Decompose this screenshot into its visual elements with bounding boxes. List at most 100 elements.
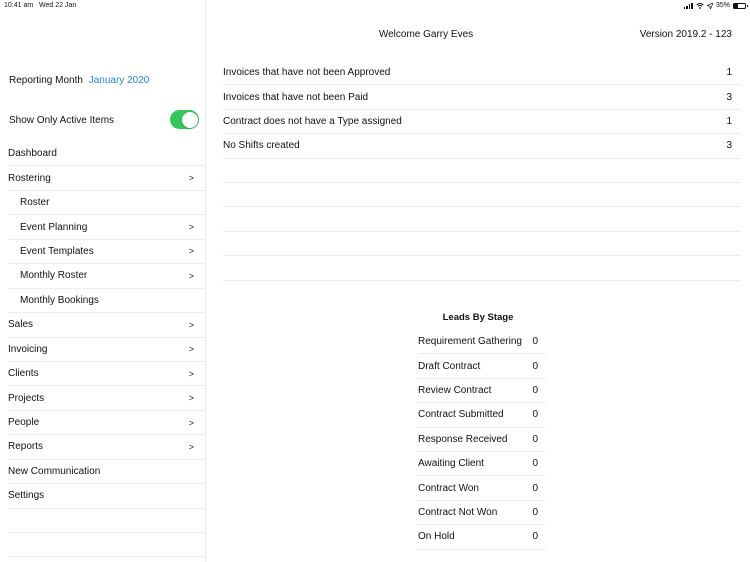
status-indicators: 35%	[683, 2, 748, 9]
chevron-right-icon: >	[188, 441, 194, 452]
sidebar-item-empty	[8, 509, 206, 533]
lead-stage-row[interactable]: Draft Contract 0	[418, 354, 546, 379]
lead-stage-row[interactable]: Contract Submitted 0	[418, 403, 546, 428]
reporting-month-value[interactable]: January 2020	[89, 75, 150, 86]
alert-row	[223, 183, 741, 208]
sidebar-item-new-communication[interactable]: New Communication	[8, 460, 206, 485]
lead-stage-row[interactable]: On Hold 0	[418, 525, 546, 550]
alert-label: Invoices that have not been Paid	[223, 91, 369, 103]
alert-row[interactable]: Contract does not have a Type assigned 1	[223, 110, 741, 135]
sidebar-item-label: Monthly Roster	[20, 270, 88, 282]
alert-label: Invoices that have not been Approved	[223, 67, 391, 79]
battery-level	[734, 3, 738, 8]
chevron-right-icon: >	[188, 417, 194, 428]
alert-label: No Shifts created	[223, 140, 300, 152]
sidebar-item-label: Rostering	[8, 172, 51, 184]
lead-stage-count: 0	[532, 360, 538, 372]
sidebar-item-empty	[8, 533, 206, 558]
lead-stage-count: 0	[532, 482, 538, 494]
alert-count: 3	[726, 140, 732, 152]
sidebar-item-reports[interactable]: Reports >	[8, 435, 206, 460]
sidebar-item-label: New Communication	[8, 465, 101, 477]
lead-stage-count: 0	[532, 384, 538, 396]
version-label: Version 2019.2 - 123	[639, 29, 732, 40]
battery-percent: 35%	[715, 2, 730, 9]
sidebar-item-label: Projects	[8, 392, 45, 404]
sidebar-item-dashboard[interactable]: Dashboard	[8, 142, 206, 167]
lead-stage-count: 0	[532, 458, 538, 470]
sidebar-item-roster[interactable]: Roster	[8, 191, 206, 216]
lead-stage-row[interactable]: Contract Won 0	[418, 476, 546, 501]
sidebar-item-label: Dashboard	[8, 148, 57, 160]
welcome-title: Welcome Garry Eves	[378, 29, 474, 40]
lead-stage-label: On Hold	[418, 531, 455, 543]
active-items-label: Show Only Active Items	[9, 115, 115, 126]
chevron-right-icon: >	[188, 319, 194, 330]
lead-stage-label: Review Contract	[418, 384, 492, 396]
sidebar: Reporting Month January 2020 Show Only A…	[0, 0, 206, 562]
chevron-right-icon: >	[188, 393, 194, 404]
reporting-month-label: Reporting Month	[9, 75, 83, 86]
chevron-right-icon: >	[188, 344, 194, 355]
sidebar-item-event-planning[interactable]: Event Planning >	[8, 215, 206, 240]
location-icon	[706, 2, 713, 9]
sidebar-item-label: Monthly Bookings	[20, 294, 99, 306]
alert-count: 1	[726, 115, 732, 127]
lead-stage-label: Response Received	[418, 433, 508, 445]
lead-stage-row[interactable]: Awaiting Client 0	[418, 452, 546, 477]
lead-stage-row[interactable]: Contract Not Won 0	[418, 501, 546, 526]
sidebar-item-settings[interactable]: Settings	[8, 484, 206, 509]
sidebar-item-projects[interactable]: Projects >	[8, 386, 206, 411]
leads-table: Requirement Gathering 0 Draft Contract 0 Rev…	[418, 330, 546, 550]
lead-stage-label: Contract Submitted	[418, 409, 504, 421]
lead-stage-row[interactable]: Response Received 0	[418, 428, 546, 452]
sidebar-item-label: Event Planning	[20, 221, 88, 233]
sidebar-item-label: People	[8, 417, 40, 429]
sidebar-item-label: Roster	[20, 197, 50, 209]
alert-count: 1	[726, 67, 732, 79]
chevron-right-icon: >	[188, 173, 194, 184]
alert-row	[223, 207, 741, 232]
sidebar-item-label: Reports	[8, 441, 44, 453]
chevron-right-icon: >	[188, 246, 194, 257]
alert-count: 3	[726, 91, 732, 103]
chevron-right-icon: >	[188, 270, 194, 281]
lead-stage-row[interactable]: Review Contract 0	[418, 379, 546, 404]
lead-stage-label: Requirement Gathering	[418, 336, 522, 348]
alert-row[interactable]: No Shifts created 3	[223, 134, 741, 159]
sidebar-item-monthly-roster[interactable]: Monthly Roster >	[8, 264, 206, 289]
sidebar-item-label: Sales	[8, 319, 34, 331]
lead-stage-count: 0	[532, 409, 538, 421]
lead-stage-label: Draft Contract	[418, 360, 481, 372]
sidebar-item-people[interactable]: People >	[8, 411, 206, 436]
alert-row	[223, 232, 741, 257]
active-items-toggle[interactable]	[170, 110, 199, 129]
leads-title: Leads By Stage	[442, 312, 514, 323]
sidebar-item-invoicing[interactable]: Invoicing >	[8, 338, 206, 362]
lead-stage-label: Awaiting Client	[418, 458, 484, 470]
reporting-month-row[interactable]: Reporting Month January 2020	[9, 75, 149, 86]
alert-label: Contract does not have a Type assigned	[223, 115, 402, 127]
lead-stage-count: 0	[532, 506, 538, 518]
sidebar-item-sales[interactable]: Sales >	[8, 313, 206, 338]
lead-stage-count: 0	[532, 531, 538, 543]
sidebar-item-clients[interactable]: Clients >	[8, 362, 206, 387]
battery-icon	[733, 2, 748, 9]
sidebar-menu: Dashboard Rostering > Roster Event Planning >…	[8, 142, 206, 558]
toggle-knob	[181, 111, 198, 128]
signal-icon	[683, 2, 693, 9]
alert-row[interactable]: Invoices that have not been Paid 3	[223, 85, 741, 110]
alert-row	[223, 159, 741, 183]
sidebar-item-label: Event Templates	[20, 245, 94, 257]
sidebar-item-rostering[interactable]: Rostering >	[8, 166, 206, 191]
sidebar-item-label: Invoicing	[8, 343, 48, 355]
alert-row	[223, 256, 741, 281]
sidebar-item-monthly-bookings[interactable]: Monthly Bookings	[8, 289, 206, 314]
chevron-right-icon: >	[188, 368, 194, 379]
alerts-list: Invoices that have not been Approved 1 Inv…	[223, 61, 741, 281]
wifi-icon	[696, 2, 704, 9]
alert-row[interactable]: Invoices that have not been Approved 1	[223, 61, 741, 86]
sidebar-item-label: Settings	[8, 490, 45, 502]
sidebar-item-event-templates[interactable]: Event Templates >	[8, 240, 206, 265]
lead-stage-row[interactable]: Requirement Gathering 0	[418, 330, 546, 355]
